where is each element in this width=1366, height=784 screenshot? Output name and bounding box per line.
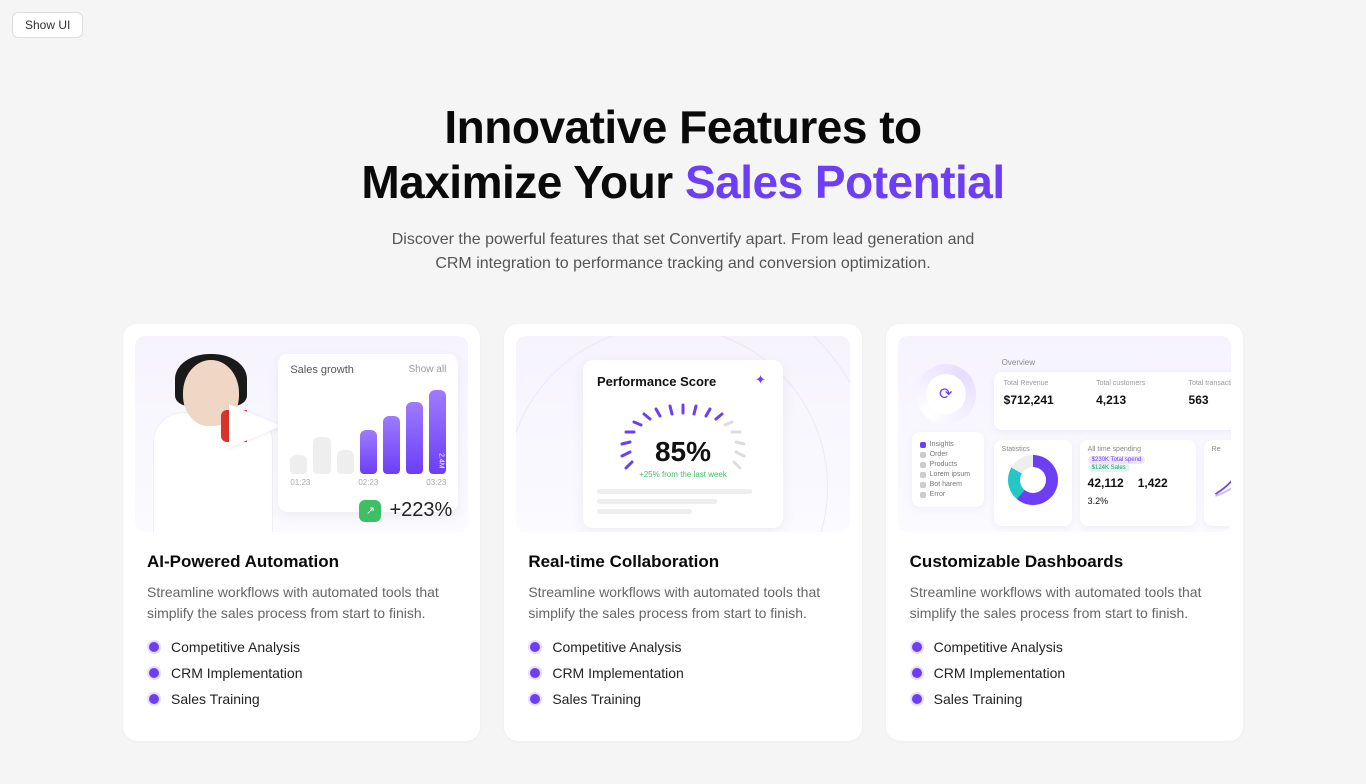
bar-chart: 2.4M [290,386,446,474]
bar-value-label: 2.4M [437,453,444,469]
panel-title: Sales growth [290,364,354,376]
person-illustration [143,352,293,532]
gauge-chart [608,400,758,470]
bullet-icon [147,640,161,654]
card-image-collaboration: ✦ Performance Score [516,336,849,532]
card-desc: Streamline workflows with automated tool… [147,582,456,623]
card-image-automation: Sales growth Show all 2.4M 01:23 [135,336,468,532]
trend-up-icon: ↗ [359,500,381,522]
donut-chart: 321K [1008,455,1058,505]
card-title: Customizable Dashboards [910,552,1219,572]
performance-panel: ✦ Performance Score [583,360,783,528]
overview-label: Overview [1002,358,1035,367]
bullet-icon [910,666,924,680]
hero-title-line1: Innovative Features to [444,101,921,153]
hero-title-line2a: Maximize Your [361,156,685,208]
list-item: CRM Implementation [910,665,1219,681]
bullet-icon [528,666,542,680]
stats-pane: Statistics 321K [994,440,1072,526]
metrics-row: Overview Total Revenue $712,241 Total cu… [994,372,1231,430]
show-all-link[interactable]: Show all [409,364,447,376]
list-item: Competitive Analysis [147,639,456,655]
chart-axis: 01:23 02:23 03:23 [290,478,446,487]
card-title: AI-Powered Automation [147,552,456,572]
spending-pane: All time spending $230K Total spend $124… [1080,440,1196,526]
bullet-icon [528,640,542,654]
card-desc: Streamline workflows with automated tool… [528,582,837,623]
bullet-icon [147,666,161,680]
card-title: Real-time Collaboration [528,552,837,572]
bullet-icon [910,692,924,706]
list-item: Sales Training [910,691,1219,707]
bullet-icon [528,692,542,706]
list-item: CRM Implementation [528,665,837,681]
hero-subtitle: Discover the powerful features that set … [373,228,993,276]
magic-wand-icon: ✦ [755,372,771,388]
card-desc: Streamline workflows with automated tool… [910,582,1219,623]
features-section: Innovative Features to Maximize Your Sal… [123,0,1243,741]
line-chart-icon [1212,448,1231,499]
list-item: CRM Implementation [147,665,456,681]
card-image-dashboards: ⟳ Insights Order Products Lorem ipsum Bo… [898,336,1231,532]
hero-title-accent: Sales Potential [685,156,1005,208]
list-item: Sales Training [528,691,837,707]
feature-card-collaboration: ✦ Performance Score [504,324,861,741]
dashboard-mock: ⟳ Insights Order Products Lorem ipsum Bo… [898,336,1231,532]
show-ui-button[interactable]: Show UI [12,12,83,38]
placeholder-lines [597,489,769,514]
list-item: Sales Training [147,691,456,707]
refresh-icon: ⟳ [926,374,966,414]
bullet-list: Competitive Analysis CRM Implementation … [910,639,1219,707]
growth-value: +223% [389,499,452,522]
panel-title: Performance Score [597,374,769,390]
sales-growth-panel: Sales growth Show all 2.4M 01:23 [278,354,458,512]
list-item: Competitive Analysis [528,639,837,655]
growth-badge: ↗ +223% [359,499,452,522]
bullet-icon [910,640,924,654]
bullet-list: Competitive Analysis CRM Implementation … [528,639,837,707]
hero-title: Innovative Features to Maximize Your Sal… [123,100,1243,210]
hero: Innovative Features to Maximize Your Sal… [123,100,1243,276]
trend-pane: Re [1204,440,1231,526]
bullet-list: Competitive Analysis CRM Implementation … [147,639,456,707]
refresh-circle: ⟳ [916,364,976,424]
stats-row: Statistics 321K All time spending $230K … [994,440,1231,526]
feature-card-dashboards: ⟳ Insights Order Products Lorem ipsum Bo… [886,324,1243,741]
bullet-icon [147,692,161,706]
mini-sidebar: Insights Order Products Lorem ipsum Bot … [912,432,984,507]
list-item: Competitive Analysis [910,639,1219,655]
cards-row: Sales growth Show all 2.4M 01:23 [123,324,1243,741]
feature-card-automation: Sales growth Show all 2.4M 01:23 [123,324,480,741]
